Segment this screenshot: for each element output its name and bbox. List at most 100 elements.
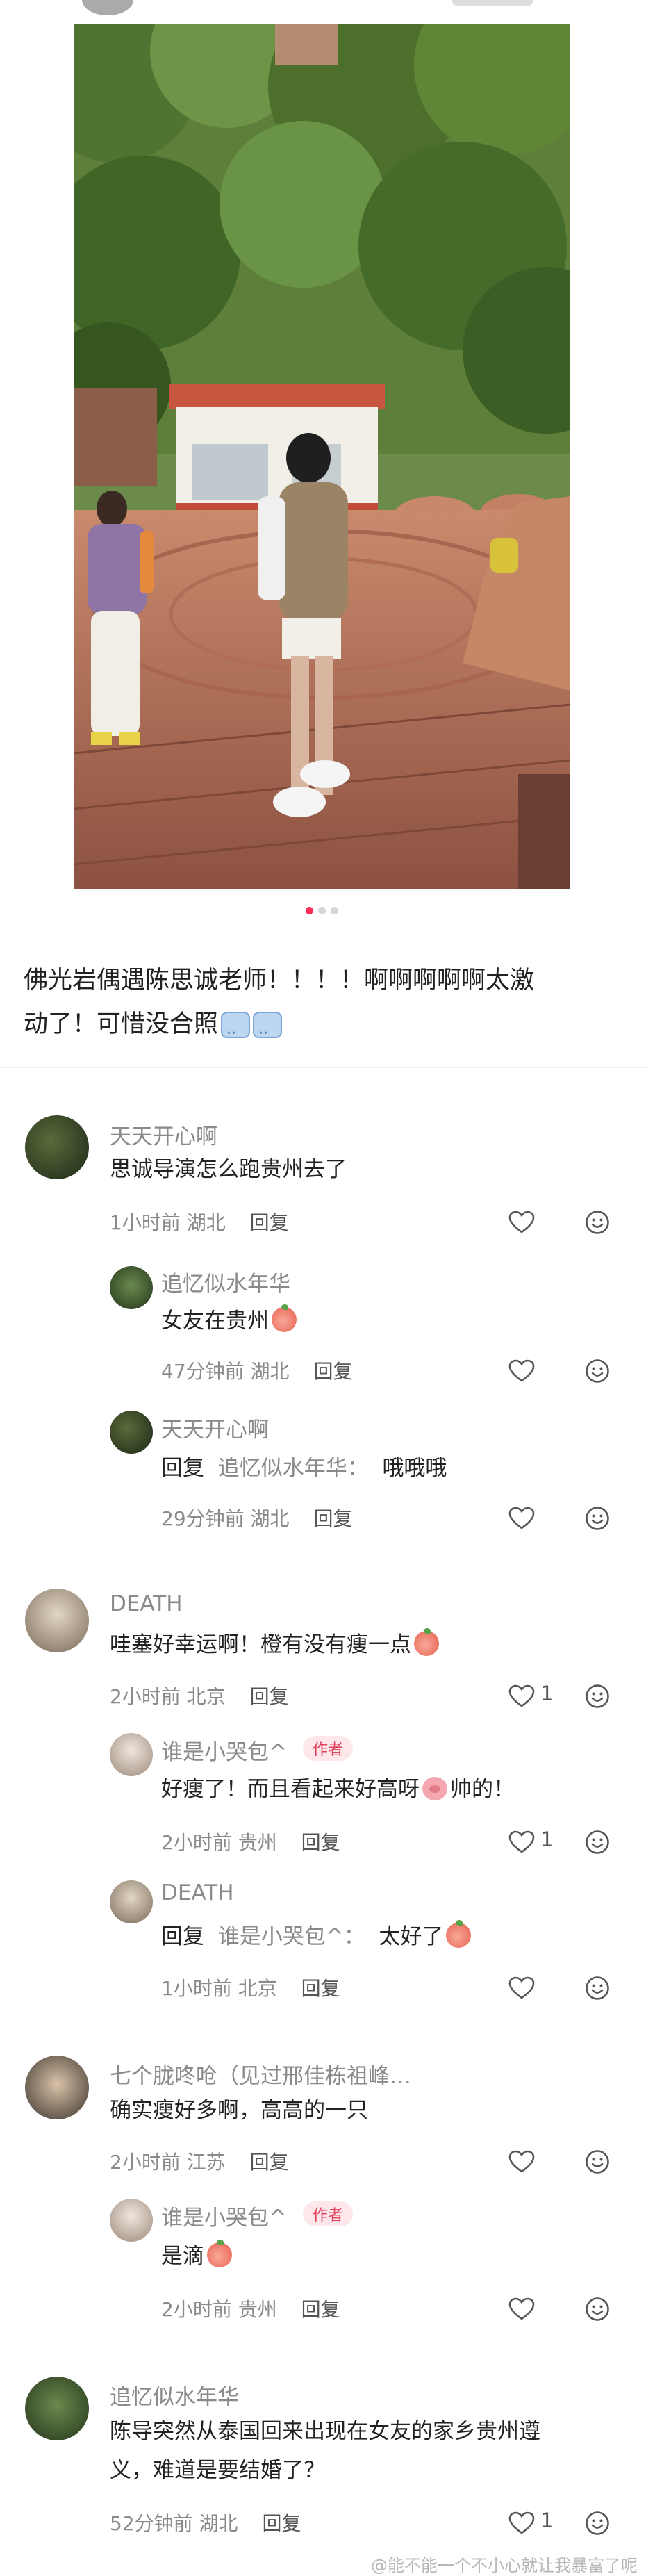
comment-author[interactable]: DEATH: [110, 1591, 183, 1616]
crying-emoji-icon: [221, 1012, 251, 1056]
comment-meta: 2小时前 贵州 回复: [161, 2295, 340, 2322]
caption-line-2: 动了！可惜没合照: [24, 1003, 621, 1056]
comment-text: 好瘦了！而且看起来好高呀: [161, 1777, 420, 1802]
watermark: @能不能一个不小心就让我暴富了呢: [371, 2556, 638, 2575]
comment-text-row: 回复 追忆似水年华： 哦哦哦: [161, 1451, 447, 1486]
comment-author[interactable]: DEATH: [161, 1880, 234, 1905]
comment-author[interactable]: 谁是小哭包^: [161, 2200, 287, 2231]
comment-text: 哇塞好幸运啊！橙有没有瘦一点: [110, 1632, 411, 1657]
reply-button[interactable]: 回复: [250, 1685, 289, 1708]
author-tag: 作者: [303, 1736, 354, 1761]
avatar[interactable]: [25, 2377, 89, 2440]
comment-meta: 1小时前 北京 回复: [161, 1974, 340, 2001]
comment-meta: 29分钟前 湖北 回复: [161, 1504, 352, 1532]
comment-time: 1小时前: [110, 1211, 181, 1234]
avatar[interactable]: [110, 1411, 153, 1454]
peach-emoji-icon: [272, 1304, 297, 1332]
comment-location: 湖北: [199, 2512, 238, 2535]
reply-button[interactable]: 回复: [301, 1977, 340, 2000]
comment-text: 陈导突然从泰国回来出现在女友的家乡贵州遵: [110, 2419, 540, 2444]
reply-to-name[interactable]: 追忆似水年华：: [218, 1456, 369, 1481]
comment-text: 哦哦哦: [382, 1456, 447, 1481]
avatar[interactable]: [25, 1115, 89, 1179]
post-photo[interactable]: [74, 24, 570, 889]
page-dot-1[interactable]: [306, 907, 313, 914]
comment-location: 北京: [238, 1977, 277, 2000]
comment-time: 52分钟前: [110, 2512, 193, 2535]
emoji-reaction-icon[interactable]: [585, 1976, 610, 2001]
avatar[interactable]: [110, 1880, 153, 1923]
heart-icon[interactable]: [508, 1684, 535, 1708]
avatar[interactable]: [110, 1733, 153, 1776]
comment-author[interactable]: 天天开心啊: [110, 1119, 217, 1150]
comment-meta: 52分钟前 湖北 回复: [110, 2509, 301, 2536]
comment-time: 2小时前: [161, 2298, 232, 2321]
avatar[interactable]: [25, 1589, 89, 1652]
comment-author[interactable]: 追忆似水年华: [110, 2379, 239, 2411]
author-avatar[interactable]: [82, 0, 133, 15]
peach-emoji-icon: [414, 1628, 439, 1656]
emoji-reaction-icon[interactable]: [585, 1359, 610, 1384]
top-bar: [0, 0, 646, 24]
page-dot-3[interactable]: [331, 907, 338, 914]
reply-button[interactable]: 回复: [301, 1831, 340, 1854]
comment-time: 1小时前: [161, 1977, 232, 2000]
heart-icon[interactable]: [508, 2150, 535, 2174]
comment-time: 2小时前: [110, 2151, 181, 2174]
comment-time: 47分钟前: [161, 1360, 245, 1383]
comment-location: 江苏: [186, 2151, 226, 2174]
comment-text-row: 好瘦了！而且看起来好高呀 帅的！: [161, 1772, 515, 1807]
comment-meta: 2小时前 江苏 回复: [110, 2147, 289, 2175]
heart-icon[interactable]: [508, 1211, 535, 1234]
reply-button[interactable]: 回复: [301, 2298, 340, 2321]
avatar[interactable]: [25, 2056, 89, 2119]
comment-meta: 47分钟前 湖北 回复: [161, 1356, 352, 1384]
emoji-reaction-icon[interactable]: [585, 2297, 610, 2322]
emoji-reaction-icon[interactable]: [585, 2511, 610, 2536]
divider: [0, 1067, 646, 1068]
crying-emoji-icon: [253, 1012, 283, 1056]
comment-author[interactable]: 天天开心啊: [161, 1412, 269, 1443]
peach-emoji-icon: [207, 2240, 232, 2267]
heart-icon[interactable]: [508, 2297, 535, 2321]
emoji-reaction-icon[interactable]: [585, 1830, 610, 1855]
reply-button[interactable]: 回复: [313, 1507, 352, 1530]
comment-location: 贵州: [238, 1831, 277, 1854]
peach-emoji-icon: [446, 1920, 472, 1948]
comment-text: 思诚导演怎么跑贵州去了: [110, 1157, 347, 1182]
page-dot-2[interactable]: [318, 907, 326, 914]
comment-author[interactable]: 追忆似水年华: [161, 1266, 290, 1297]
avatar[interactable]: [110, 1266, 153, 1309]
avatar[interactable]: [110, 2199, 153, 2242]
emoji-reaction-icon[interactable]: [585, 2149, 610, 2174]
comment-text-row: 哇塞好幸运啊！橙有没有瘦一点: [110, 1627, 439, 1662]
heart-icon[interactable]: [508, 1830, 535, 1854]
post-caption: 佛光岩偶遇陈思诚老师！！！！啊啊啊啊啊太激 动了！可惜没合照: [24, 959, 621, 1056]
reply-button[interactable]: 回复: [250, 1211, 289, 1234]
heart-icon[interactable]: [508, 1359, 535, 1383]
emoji-reaction-icon[interactable]: [585, 1506, 610, 1531]
like-count: 1: [540, 1682, 554, 1705]
comment-location: 湖北: [250, 1360, 290, 1383]
comment-location: 贵州: [238, 2298, 277, 2321]
reply-button[interactable]: 回复: [250, 2151, 289, 2174]
emoji-reaction-icon[interactable]: [585, 1210, 610, 1235]
author-tag: 作者: [303, 2201, 354, 2226]
follow-button[interactable]: [452, 0, 533, 6]
comment-location: 北京: [186, 1685, 226, 1708]
comment-time: 2小时前: [161, 1831, 232, 1854]
emoji-reaction-icon[interactable]: [585, 1684, 610, 1709]
comment-time: 29分钟前: [161, 1507, 245, 1530]
heart-icon[interactable]: [508, 1976, 535, 2000]
heart-icon[interactable]: [508, 1507, 535, 1530]
reply-to-name[interactable]: 谁是小哭包^：: [218, 1924, 365, 1949]
comment-text-row: 女友在贵州: [161, 1304, 297, 1338]
reply-button[interactable]: 回复: [313, 1360, 352, 1383]
heart-icon[interactable]: [508, 2511, 535, 2535]
comment-text: 义，难道是要结婚了？: [110, 2458, 325, 2483]
comment-author[interactable]: 谁是小哭包^: [161, 1734, 287, 1766]
like-count: 1: [540, 1828, 554, 1851]
comment-author[interactable]: 七个胧咚呛（见过邢佳栋祖峰…: [110, 2058, 411, 2090]
comment-meta: 1小时前 湖北 回复: [110, 1208, 289, 1236]
reply-button[interactable]: 回复: [262, 2512, 301, 2535]
